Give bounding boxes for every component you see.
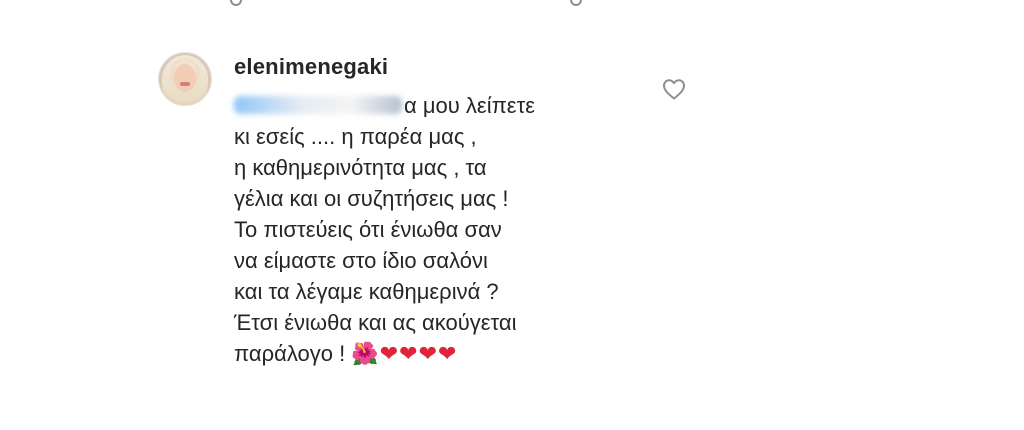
comment-line-5: Το πιστεύεις ότι ένιωθα σαν xyxy=(234,217,502,242)
comment-line-9: παράλογο ! 🌺❤❤❤❤ xyxy=(234,338,634,369)
comment-line-6: να είμαστε στο ίδιο σαλόνι xyxy=(234,248,488,273)
comment-line-text: παράλογο ! xyxy=(234,341,346,366)
cropped-icon xyxy=(570,0,582,6)
comment-line-8: Έτσι ένιωθα και ας ακούγεται xyxy=(234,310,517,335)
heart-emoji: ❤ xyxy=(418,341,439,366)
comment-line-3: η καθημερινότητα μας , τα xyxy=(234,155,487,180)
comment-line-2: κι εσείς .... η παρέα μας , xyxy=(234,124,477,149)
heart-emoji: ❤ xyxy=(399,341,419,366)
avatar-lips xyxy=(180,82,190,86)
heart-emoji: ❤ xyxy=(438,341,458,366)
cropped-icon xyxy=(230,0,242,6)
heart-emoji: ❤ xyxy=(379,341,400,366)
comment-line-1: α μου λείπετε xyxy=(234,90,634,121)
like-heart-icon[interactable] xyxy=(662,78,686,100)
comment-line-4: γέλια και οι συζητήσεις μας ! xyxy=(234,186,509,211)
blurred-mention xyxy=(234,96,402,115)
comment-username[interactable]: elenimenegaki xyxy=(234,54,388,80)
avatar[interactable] xyxy=(158,52,212,106)
comment-text: α μου λείπετε κι εσείς .... η παρέα μας … xyxy=(234,90,634,369)
top-cropped-icons xyxy=(210,0,610,6)
flower-emoji: 🌺 xyxy=(351,341,380,366)
comment-line-text: α μου λείπετε xyxy=(404,93,536,118)
comment-line-7: και τα λέγαμε καθημερινά ? xyxy=(234,279,499,304)
avatar-face xyxy=(174,64,196,92)
